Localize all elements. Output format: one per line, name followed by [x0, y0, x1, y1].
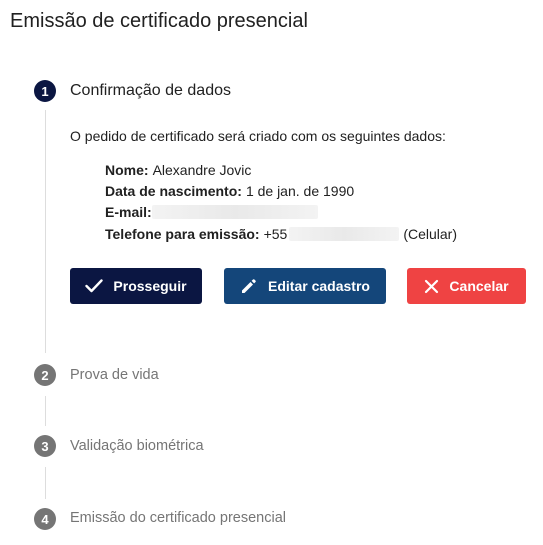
step-1-indicator: 1 [34, 80, 56, 102]
page-title: Emissão de certificado presencial [10, 10, 308, 32]
step-connector [45, 467, 46, 499]
step-1-label: Confirmação de dados [70, 82, 231, 99]
name-label: Nome: [105, 162, 149, 178]
phone-label: Telefone para emissão: [105, 226, 260, 242]
step-2-indicator: 2 [34, 364, 56, 386]
phone-prefix: +55 [263, 226, 288, 242]
birth-row: Data de nascimento: 1 de jan. de 1990 [105, 183, 354, 199]
birth-value: 1 de jan. de 1990 [245, 183, 355, 199]
step-number: 1 [41, 83, 49, 99]
cancel-button[interactable]: Cancelar [407, 268, 526, 304]
email-row: E-mail: [105, 204, 318, 220]
phone-type: (Celular) [403, 226, 458, 242]
cancel-label: Cancelar [449, 278, 509, 294]
pencil-icon [242, 279, 256, 293]
edit-label: Editar cadastro [268, 278, 370, 294]
name-row: Nome: Alexandre Jovic [105, 162, 251, 178]
name-value: Alexandre Jovic [152, 162, 252, 178]
phone-row: Telefone para emissão: +55 (Celular) [105, 226, 457, 242]
proceed-button[interactable]: Prosseguir [70, 268, 202, 304]
step-2-label: Prova de vida [70, 367, 159, 383]
step-connector [45, 396, 46, 426]
edit-button[interactable]: Editar cadastro [224, 268, 386, 304]
step-4-indicator: 4 [34, 508, 56, 530]
step-connector [45, 110, 46, 353]
step-number: 2 [41, 367, 49, 383]
step-3-label: Validação biométrica [70, 438, 204, 454]
step-3-indicator: 3 [34, 435, 56, 457]
phone-redacted [289, 227, 400, 241]
close-icon [425, 279, 439, 293]
intro-text: O pedido de certificado será criado com … [70, 128, 446, 144]
step-4-label: Emissão do certificado presencial [70, 510, 286, 526]
birth-label: Data de nascimento: [105, 183, 242, 199]
proceed-label: Prosseguir [113, 278, 187, 294]
step-number: 4 [41, 511, 49, 527]
check-icon [85, 279, 104, 293]
email-redacted [151, 205, 318, 219]
step-number: 3 [41, 438, 49, 454]
email-label: E-mail: [105, 204, 152, 220]
